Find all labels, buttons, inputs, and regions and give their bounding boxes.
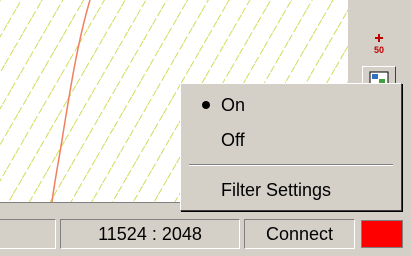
connection-indicator <box>361 220 403 248</box>
menu-item-on[interactable]: On <box>183 92 399 118</box>
menu-item-label: On <box>221 94 246 115</box>
menu-separator <box>189 164 393 166</box>
status-cell-left <box>0 219 56 249</box>
radio-bullet-icon <box>202 101 210 109</box>
menu-item-label: Off <box>221 129 245 150</box>
svg-text:50: 50 <box>374 45 384 55</box>
menu-item-off[interactable]: Off <box>183 127 399 153</box>
status-bar: 11524 : 2048 Connect <box>0 212 411 256</box>
context-menu: On Off Filter Settings <box>180 83 402 211</box>
menu-item-filter-settings[interactable]: Filter Settings <box>183 177 399 203</box>
coordinates-readout: 11524 : 2048 <box>60 219 240 249</box>
menu-item-label: Filter Settings <box>221 179 332 200</box>
zoom-plus-icon: 50 <box>374 34 384 55</box>
connect-status[interactable]: Connect <box>244 219 355 249</box>
zoom-plus-button[interactable]: 50 <box>362 30 396 58</box>
